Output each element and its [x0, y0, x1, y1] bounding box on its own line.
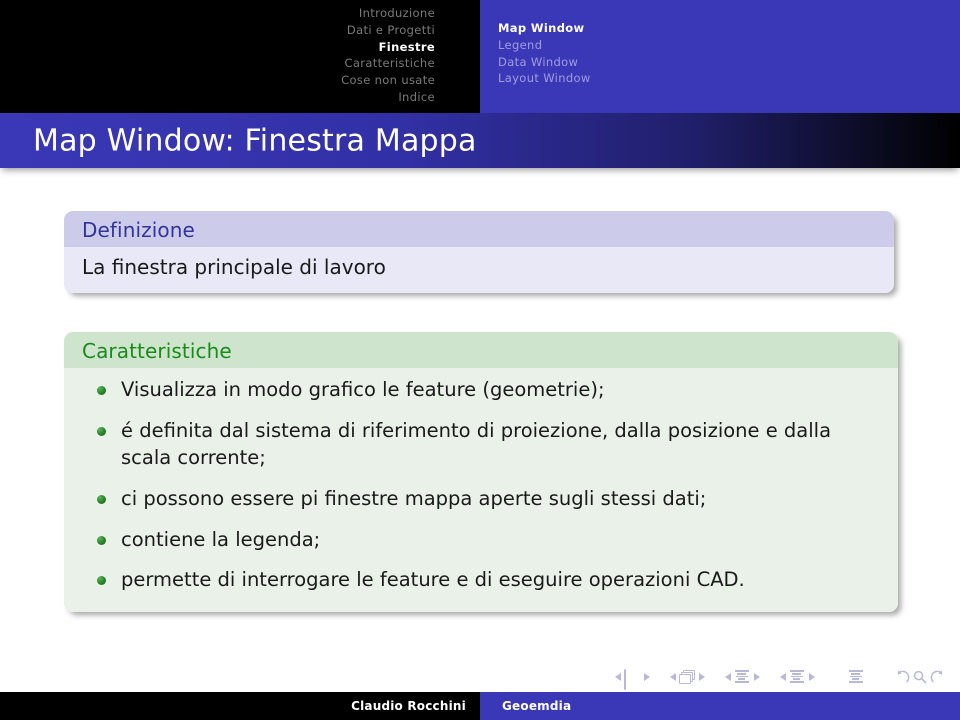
frame-icon[interactable] — [679, 670, 695, 684]
next-section-icon[interactable] — [808, 673, 815, 681]
nav-subsection-map-window[interactable]: Map Window — [498, 20, 591, 37]
frame-nav-group — [666, 670, 708, 684]
bullet-dot-icon — [97, 535, 106, 545]
slide-icon[interactable] — [624, 669, 640, 690]
previous-slide-icon[interactable] — [614, 673, 621, 681]
back-arrow-icon[interactable] — [894, 670, 910, 684]
list-item: Visualizza in modo grafico le feature (g… — [86, 376, 876, 404]
previous-frame-icon[interactable] — [669, 673, 676, 681]
block-definizione-body: La finestra principale di lavoro — [64, 247, 894, 294]
footer-bar: Claudio Rocchini Geoemdia — [0, 692, 960, 720]
list-item: permette di interrogare le feature e di … — [86, 566, 876, 594]
list-item-text: é definita dal sistema di riferimento di… — [121, 418, 832, 470]
forward-arrow-icon[interactable] — [930, 670, 946, 684]
top-navigation-bar: Introduzione Dati e Progetti Finestre Ca… — [0, 0, 960, 113]
page-title: Map Window: Finestra Mappa — [33, 123, 477, 158]
section-icon[interactable] — [789, 670, 805, 684]
presentation-nav-group — [848, 670, 864, 684]
bullet-dot-icon — [97, 495, 106, 505]
bullet-dot-icon — [97, 576, 106, 586]
nav-section-caratteristiche[interactable]: Caratteristiche — [341, 55, 435, 72]
nav-section-indice[interactable]: Indice — [341, 89, 435, 106]
list-item-text: contiene la legenda; — [121, 527, 321, 551]
block-caratteristiche: Caratteristiche Visualizza in modo grafi… — [64, 332, 898, 613]
history-nav-group — [894, 670, 946, 684]
footer-subject-panel: Geoemdia — [480, 692, 960, 720]
block-definizione-title: Definizione — [64, 211, 894, 247]
topnav-subsections-panel: Map Window Legend Data Window Layout Win… — [480, 0, 960, 113]
section-nav-group — [776, 670, 818, 684]
block-definizione: Definizione La finestra principale di la… — [64, 211, 894, 294]
bullet-dot-icon — [97, 426, 106, 436]
nav-section-cose-non-usate[interactable]: Cose non usate — [341, 72, 435, 89]
next-frame-icon[interactable] — [698, 673, 705, 681]
footer-author-panel: Claudio Rocchini — [0, 692, 480, 720]
block-caratteristiche-title: Caratteristiche — [64, 332, 898, 368]
nav-section-introduzione[interactable]: Introduzione — [341, 5, 435, 22]
list-item: contiene la legenda; — [86, 526, 876, 554]
topnav-sections-panel: Introduzione Dati e Progetti Finestre Ca… — [0, 0, 480, 113]
presentation-icon[interactable] — [848, 670, 864, 684]
list-item-text: Visualizza in modo grafico le feature (g… — [121, 378, 605, 401]
nav-subsection-legend[interactable]: Legend — [498, 37, 591, 54]
nav-section-dati-e-progetti[interactable]: Dati e Progetti — [341, 22, 435, 39]
list-item: é definita dal sistema di riferimento di… — [86, 417, 876, 472]
list-item: ci possono essere pi finestre mappa aper… — [86, 485, 876, 513]
nav-subsection-data-window[interactable]: Data Window — [498, 54, 591, 71]
subsection-list: Map Window Legend Data Window Layout Win… — [498, 20, 591, 87]
slide-title-bar: Map Window: Finestra Mappa — [0, 113, 960, 168]
search-icon[interactable] — [913, 670, 927, 684]
next-slide-icon[interactable] — [643, 673, 650, 681]
footer-author: Claudio Rocchini — [351, 699, 466, 713]
list-item-text: ci possono essere pi finestre mappa aper… — [121, 487, 707, 511]
beamer-navigation-symbols — [611, 664, 946, 690]
previous-section-icon[interactable] — [779, 673, 786, 681]
caratteristiche-bullet-list: Visualizza in modo grafico le feature (g… — [86, 376, 876, 594]
subsection-nav-group — [721, 670, 763, 684]
section-list: Introduzione Dati e Progetti Finestre Ca… — [341, 5, 435, 106]
nav-section-finestre[interactable]: Finestre — [341, 39, 435, 56]
footer-subject: Geoemdia — [502, 699, 572, 713]
nav-subsection-layout-window[interactable]: Layout Window — [498, 70, 591, 87]
slide-nav-group — [611, 669, 653, 690]
list-item-text: permette di interrogare le feature e di … — [121, 568, 745, 592]
slide-content: Definizione La finestra principale di la… — [0, 168, 960, 656]
bullet-dot-icon — [97, 386, 106, 395]
next-subsection-icon[interactable] — [753, 673, 760, 681]
previous-subsection-icon[interactable] — [724, 673, 731, 681]
subsection-icon[interactable] — [734, 670, 750, 684]
block-caratteristiche-body: Visualizza in modo grafico le feature (g… — [64, 368, 898, 613]
